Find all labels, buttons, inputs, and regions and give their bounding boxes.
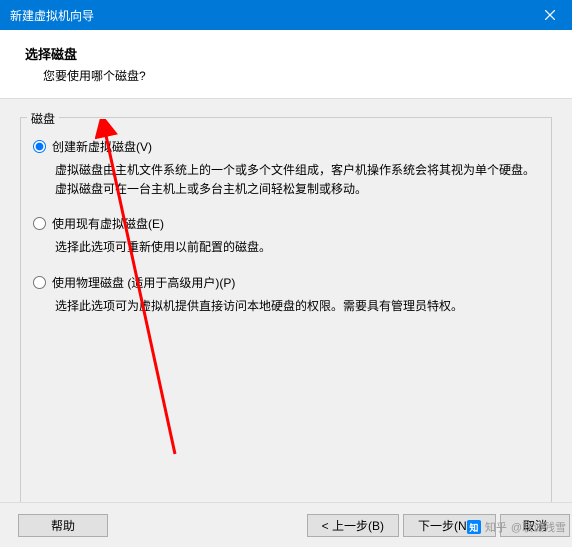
radio-create-new[interactable] [33, 140, 46, 153]
watermark: 知 知乎 @联诚残雪 [467, 519, 566, 535]
option-use-existing-disk: 使用现有虚拟磁盘(E) 选择此选项可重新使用以前配置的磁盘。 [33, 215, 539, 257]
option-create-new-disk: 创建新虚拟磁盘(V) 虚拟磁盘由主机文件系统上的一个或多个文件组成，客户机操作系… [33, 138, 539, 199]
radio-physical[interactable] [33, 276, 46, 289]
close-button[interactable] [527, 0, 572, 30]
radio-label-use-existing[interactable]: 使用现有虚拟磁盘(E) [52, 215, 164, 232]
window-title: 新建虚拟机向导 [10, 7, 94, 24]
titlebar: 新建虚拟机向导 [0, 0, 572, 30]
disk-fieldset: 磁盘 创建新虚拟磁盘(V) 虚拟磁盘由主机文件系统上的一个或多个文件组成，客户机… [20, 117, 552, 504]
disk-options-group: 创建新虚拟磁盘(V) 虚拟磁盘由主机文件系统上的一个或多个文件组成，客户机操作系… [33, 138, 539, 316]
desc-use-existing: 选择此选项可重新使用以前配置的磁盘。 [33, 238, 539, 257]
zhihu-icon: 知 [467, 520, 481, 534]
wizard-content: 磁盘 创建新虚拟磁盘(V) 虚拟磁盘由主机文件系统上的一个或多个文件组成，客户机… [0, 99, 572, 514]
desc-physical: 选择此选项可为虚拟机提供直接访问本地硬盘的权限。需要具有管理员特权。 [33, 297, 539, 316]
back-button[interactable]: < 上一步(B) [307, 514, 399, 537]
fieldset-legend: 磁盘 [27, 110, 59, 127]
watermark-text: @联诚残雪 [511, 519, 566, 535]
radio-label-physical[interactable]: 使用物理磁盘 (适用于高级用户)(P) [52, 274, 235, 291]
radio-label-create-new[interactable]: 创建新虚拟磁盘(V) [52, 138, 152, 155]
option-use-physical-disk: 使用物理磁盘 (适用于高级用户)(P) 选择此选项可为虚拟机提供直接访问本地硬盘… [33, 274, 539, 316]
radio-use-existing[interactable] [33, 217, 46, 230]
close-icon [545, 10, 555, 20]
desc-create-new: 虚拟磁盘由主机文件系统上的一个或多个文件组成，客户机操作系统会将其视为单个硬盘。… [33, 161, 539, 199]
page-subtitle: 您要使用哪个磁盘? [25, 67, 552, 84]
watermark-logo: 知乎 [485, 519, 507, 535]
wizard-header: 选择磁盘 您要使用哪个磁盘? [0, 30, 572, 99]
page-title: 选择磁盘 [25, 44, 552, 63]
help-button[interactable]: 帮助 [18, 514, 108, 537]
